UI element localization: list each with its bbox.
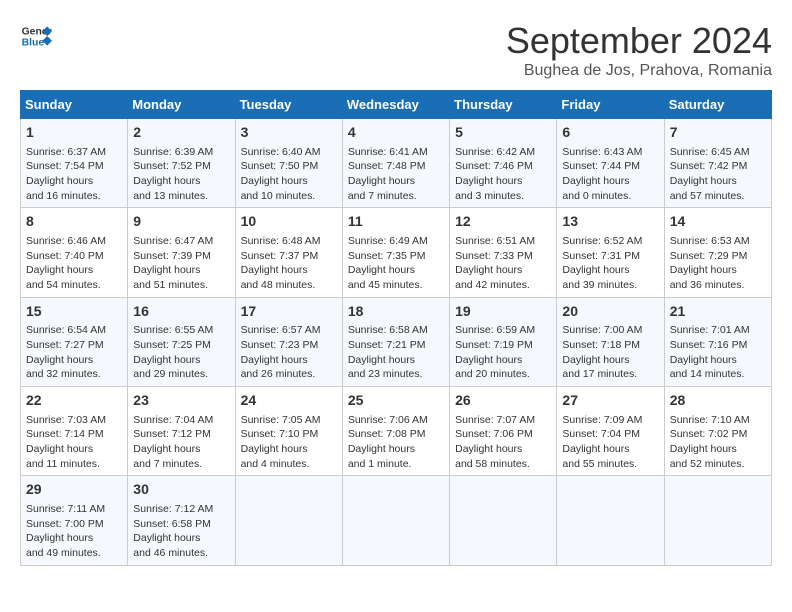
table-row: 12 Sunrise: 6:51 AM Sunset: 7:33 PM Dayl…: [450, 208, 557, 297]
empty-cell: [450, 476, 557, 565]
col-wednesday: Wednesday: [342, 91, 449, 119]
table-row: 11 Sunrise: 6:49 AM Sunset: 7:35 PM Dayl…: [342, 208, 449, 297]
logo: General Blue: [20, 20, 52, 52]
table-row: 16 Sunrise: 6:55 AM Sunset: 7:25 PM Dayl…: [128, 297, 235, 386]
table-row: 5 Sunrise: 6:42 AM Sunset: 7:46 PM Dayli…: [450, 119, 557, 208]
logo-icon: General Blue: [20, 20, 52, 52]
table-row: 6 Sunrise: 6:43 AM Sunset: 7:44 PM Dayli…: [557, 119, 664, 208]
table-row: 30 Sunrise: 7:12 AM Sunset: 6:58 PM Dayl…: [128, 476, 235, 565]
svg-text:Blue: Blue: [22, 38, 45, 49]
table-row: 14 Sunrise: 6:53 AM Sunset: 7:29 PM Dayl…: [664, 208, 771, 297]
table-row: 3 Sunrise: 6:40 AM Sunset: 7:50 PM Dayli…: [235, 119, 342, 208]
col-friday: Friday: [557, 91, 664, 119]
table-row: 10 Sunrise: 6:48 AM Sunset: 7:37 PM Dayl…: [235, 208, 342, 297]
col-sunday: Sunday: [21, 91, 128, 119]
table-row: 24 Sunrise: 7:05 AM Sunset: 7:10 PM Dayl…: [235, 387, 342, 476]
col-thursday: Thursday: [450, 91, 557, 119]
page-header: General Blue September 2024 Bughea de Jo…: [20, 20, 772, 80]
table-row: 21 Sunrise: 7:01 AM Sunset: 7:16 PM Dayl…: [664, 297, 771, 386]
table-row: 27 Sunrise: 7:09 AM Sunset: 7:04 PM Dayl…: [557, 387, 664, 476]
table-row: 13 Sunrise: 6:52 AM Sunset: 7:31 PM Dayl…: [557, 208, 664, 297]
calendar-body: 1 Sunrise: 6:37 AM Sunset: 7:54 PM Dayli…: [21, 119, 772, 566]
empty-cell: [557, 476, 664, 565]
table-row: 29 Sunrise: 7:11 AM Sunset: 7:00 PM Dayl…: [21, 476, 128, 565]
table-row: 19 Sunrise: 6:59 AM Sunset: 7:19 PM Dayl…: [450, 297, 557, 386]
col-saturday: Saturday: [664, 91, 771, 119]
calendar-table: Sunday Monday Tuesday Wednesday Thursday…: [20, 90, 772, 566]
table-row: 25 Sunrise: 7:06 AM Sunset: 7:08 PM Dayl…: [342, 387, 449, 476]
table-row: 22 Sunrise: 7:03 AM Sunset: 7:14 PM Dayl…: [21, 387, 128, 476]
table-row: 4 Sunrise: 6:41 AM Sunset: 7:48 PM Dayli…: [342, 119, 449, 208]
col-tuesday: Tuesday: [235, 91, 342, 119]
table-row: 26 Sunrise: 7:07 AM Sunset: 7:06 PM Dayl…: [450, 387, 557, 476]
empty-cell: [664, 476, 771, 565]
subtitle: Bughea de Jos, Prahova, Romania: [506, 62, 772, 80]
col-monday: Monday: [128, 91, 235, 119]
table-row: 18 Sunrise: 6:58 AM Sunset: 7:21 PM Dayl…: [342, 297, 449, 386]
table-row: 8 Sunrise: 6:46 AM Sunset: 7:40 PM Dayli…: [21, 208, 128, 297]
table-row: 1 Sunrise: 6:37 AM Sunset: 7:54 PM Dayli…: [21, 119, 128, 208]
table-row: 2 Sunrise: 6:39 AM Sunset: 7:52 PM Dayli…: [128, 119, 235, 208]
table-row: 28 Sunrise: 7:10 AM Sunset: 7:02 PM Dayl…: [664, 387, 771, 476]
empty-cell: [342, 476, 449, 565]
table-row: 15 Sunrise: 6:54 AM Sunset: 7:27 PM Dayl…: [21, 297, 128, 386]
calendar-header: Sunday Monday Tuesday Wednesday Thursday…: [21, 91, 772, 119]
main-title: September 2024: [506, 20, 772, 62]
table-row: 23 Sunrise: 7:04 AM Sunset: 7:12 PM Dayl…: [128, 387, 235, 476]
empty-cell: [235, 476, 342, 565]
title-block: September 2024 Bughea de Jos, Prahova, R…: [506, 20, 772, 80]
table-row: 9 Sunrise: 6:47 AM Sunset: 7:39 PM Dayli…: [128, 208, 235, 297]
table-row: 17 Sunrise: 6:57 AM Sunset: 7:23 PM Dayl…: [235, 297, 342, 386]
table-row: 7 Sunrise: 6:45 AM Sunset: 7:42 PM Dayli…: [664, 119, 771, 208]
table-row: 20 Sunrise: 7:00 AM Sunset: 7:18 PM Dayl…: [557, 297, 664, 386]
